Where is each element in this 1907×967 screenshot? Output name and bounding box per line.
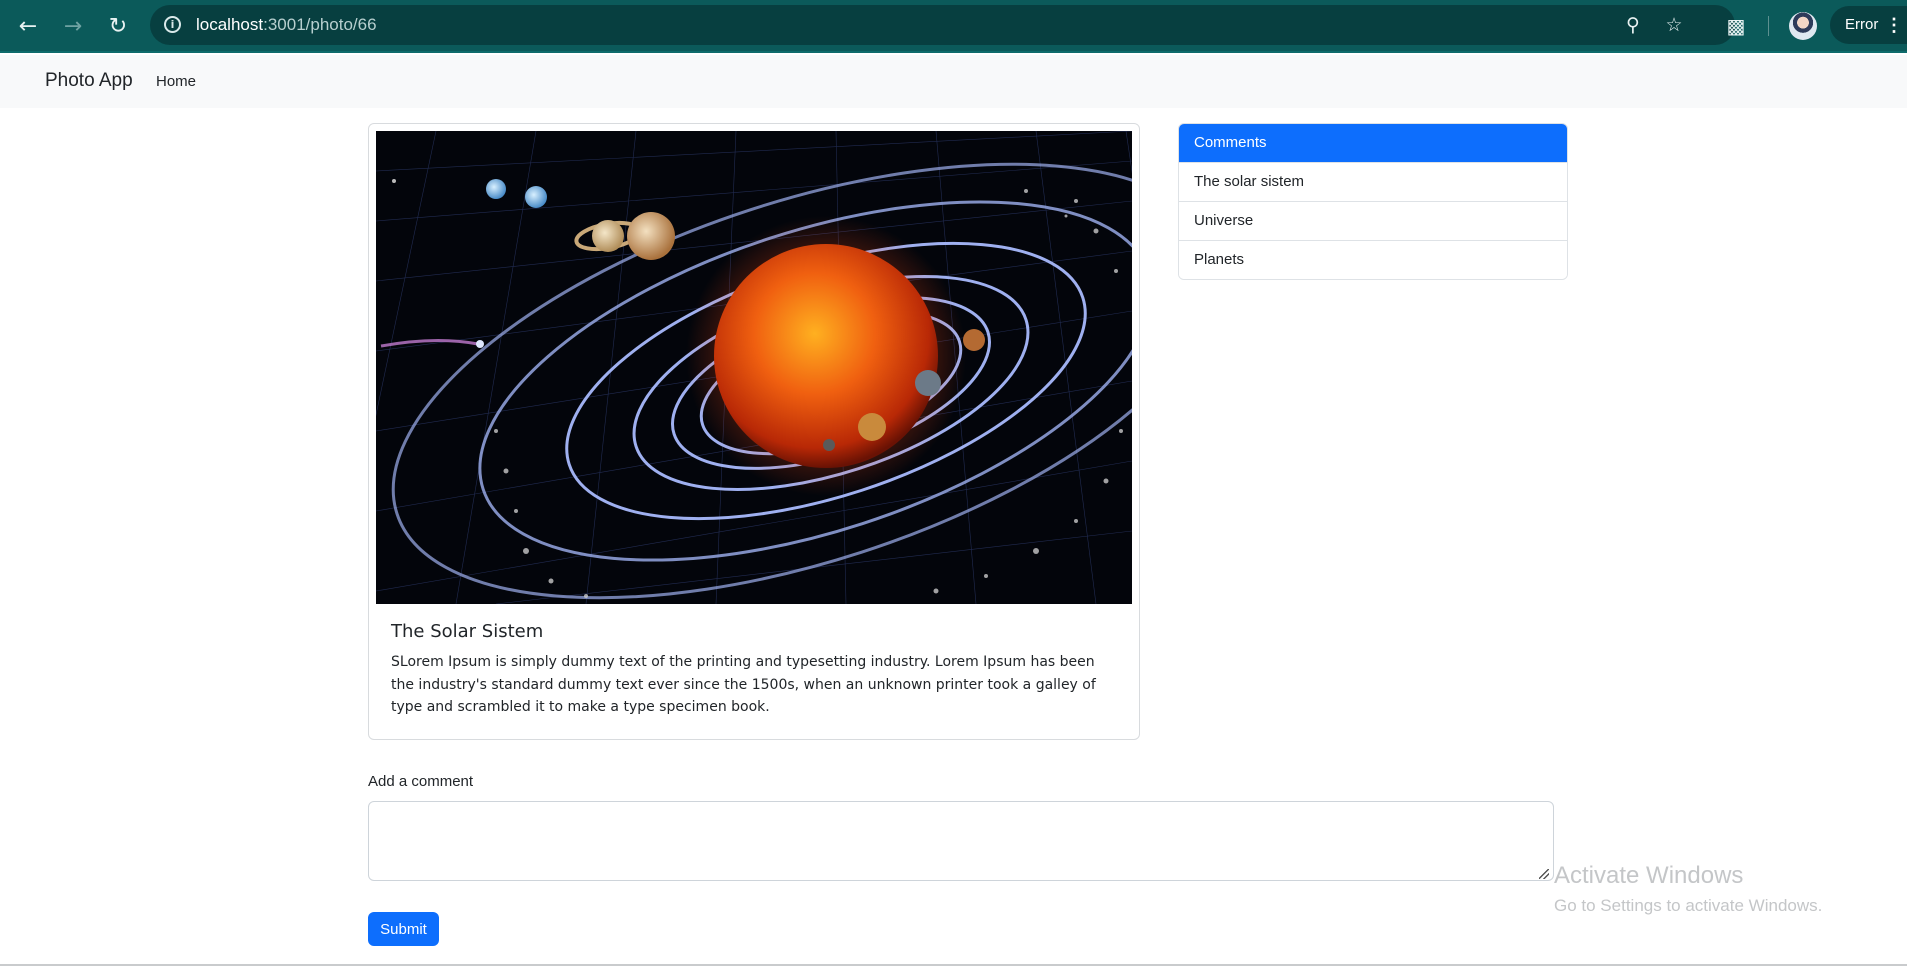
comment-item: Universe xyxy=(1179,201,1567,240)
comment-item: Planets xyxy=(1179,240,1567,279)
url-text[interactable]: localhost:3001/photo/66 xyxy=(196,15,377,35)
app-navbar: Photo App Home xyxy=(0,55,1907,108)
avatar[interactable] xyxy=(1789,12,1817,40)
photo-image xyxy=(376,131,1132,604)
url-path: :3001/photo/66 xyxy=(263,15,377,34)
star-icon[interactable]: ☆ xyxy=(1663,14,1685,36)
info-icon[interactable]: i xyxy=(164,16,181,33)
page-bottom-divider xyxy=(0,964,1907,966)
submit-button[interactable]: Submit xyxy=(368,912,439,946)
browser-toolbar: ← → ↻ i localhost:3001/photo/66 ⚲ ☆ ▩ Er… xyxy=(0,0,1907,53)
profile-status-label: Error xyxy=(1845,16,1879,33)
back-arrow-icon[interactable]: ← xyxy=(14,13,42,41)
more-vert-icon[interactable]: ⋮ xyxy=(1885,6,1903,44)
comment-item: The solar sistem xyxy=(1179,162,1567,201)
resize-grip-icon[interactable] xyxy=(1539,869,1549,879)
photo-title: The Solar Sistem xyxy=(391,621,544,642)
watermark-subtitle: Go to Settings to activate Windows. xyxy=(1554,896,1823,915)
nav-link-home[interactable]: Home xyxy=(156,73,196,90)
photo-description: SLorem Ipsum is simply dummy text of the… xyxy=(391,654,1096,715)
brand-link[interactable]: Photo App xyxy=(45,70,133,92)
comment-label: Add a comment xyxy=(368,773,474,790)
comments-list: Comments The solar sistem Universe Plane… xyxy=(1178,123,1568,280)
watermark-title: Activate Windows xyxy=(1554,862,1744,889)
comment-textarea[interactable] xyxy=(368,801,1554,881)
zoom-icon[interactable]: ⚲ xyxy=(1622,14,1644,36)
url-host: localhost xyxy=(196,15,264,34)
puzzle-icon[interactable]: ▩ xyxy=(1722,12,1750,40)
address-bar[interactable]: i localhost:3001/photo/66 ⚲ ☆ xyxy=(150,5,1735,45)
reload-icon[interactable]: ↻ xyxy=(104,13,132,41)
toolbar-divider xyxy=(1768,16,1769,36)
photo-card: The Solar Sistem SLorem Ipsum is simply … xyxy=(368,123,1140,740)
profile-error-chip[interactable]: Error ⋮ xyxy=(1830,6,1907,44)
comments-header: Comments xyxy=(1179,124,1567,162)
forward-arrow-icon[interactable]: → xyxy=(59,13,87,41)
